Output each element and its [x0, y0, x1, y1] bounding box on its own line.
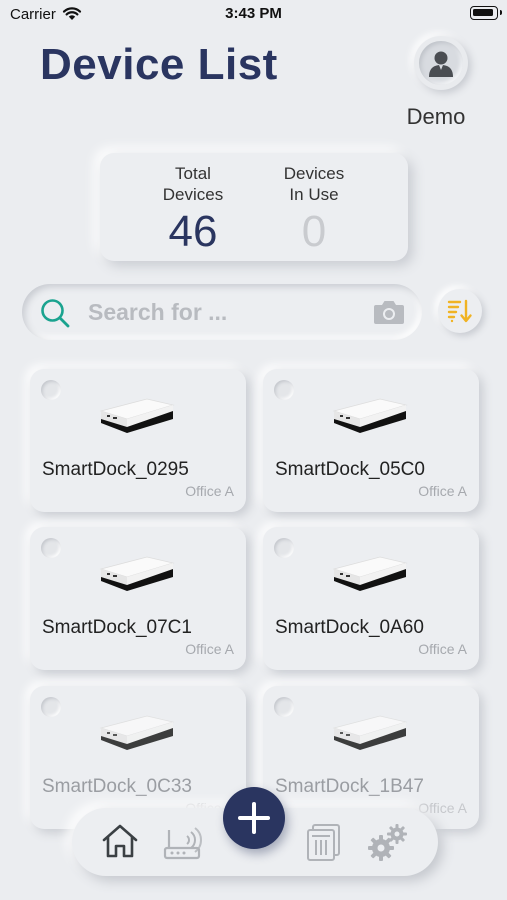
search-icon: [41, 299, 70, 328]
smartdock-device-image: [99, 556, 175, 591]
device-card[interactable]: SmartDock_0A60 Office A: [263, 527, 479, 670]
status-bar: Carrier 3:43 PM: [0, 0, 507, 28]
devices-in-use-stat: Devices In Use 0: [259, 163, 369, 257]
device-name: SmartDock_0295: [42, 459, 189, 480]
total-devices-stat: Total Devices 46: [138, 163, 248, 257]
smartdock-device-image: [99, 715, 175, 750]
device-select-checkbox[interactable]: [274, 538, 294, 558]
page-title: Device List: [40, 40, 278, 89]
device-location: Office A: [418, 800, 467, 816]
smartdock-device-image: [332, 398, 408, 433]
home-icon[interactable]: [100, 822, 140, 860]
search-input[interactable]: [88, 297, 358, 327]
total-devices-label-line1: Total: [175, 164, 211, 183]
total-devices-value: 46: [168, 207, 218, 256]
router-icon[interactable]: [162, 822, 202, 862]
device-card[interactable]: SmartDock_07C1 Office A: [30, 527, 246, 670]
trash-icon[interactable]: [302, 822, 342, 862]
add-device-button[interactable]: [223, 787, 285, 849]
devices-in-use-value: 0: [301, 207, 327, 256]
device-location: Office A: [185, 483, 234, 499]
avatar-button[interactable]: [414, 36, 468, 90]
total-devices-label-line2: Devices: [162, 185, 224, 204]
device-name: SmartDock_07C1: [42, 617, 192, 638]
device-name: SmartDock_0A60: [275, 617, 424, 638]
device-select-checkbox[interactable]: [274, 697, 294, 717]
device-location: Office A: [418, 483, 467, 499]
smartdock-device-image: [332, 556, 408, 591]
devices-in-use-label-line1: Devices: [283, 164, 345, 183]
device-select-checkbox[interactable]: [41, 697, 61, 717]
status-time: 3:43 PM: [225, 5, 282, 22]
device-location: Office A: [185, 641, 234, 657]
device-card[interactable]: SmartDock_05C0 Office A: [263, 369, 479, 512]
device-location: Office A: [418, 641, 467, 657]
device-select-checkbox[interactable]: [274, 380, 294, 400]
smartdock-device-image: [99, 398, 175, 433]
camera-icon[interactable]: [373, 299, 405, 325]
device-select-checkbox[interactable]: [41, 380, 61, 400]
stats-card: Total Devices 46 Devices In Use 0: [100, 153, 408, 261]
devices-in-use-label-line2: In Use: [289, 185, 339, 204]
user-name: Demo: [406, 104, 466, 129]
device-card[interactable]: SmartDock_0295 Office A: [30, 369, 246, 512]
settings-icon[interactable]: [366, 822, 410, 862]
device-name: SmartDock_05C0: [275, 459, 425, 480]
user-icon: [429, 51, 453, 77]
avatar: [419, 41, 463, 85]
sort-button[interactable]: [438, 289, 482, 333]
device-select-checkbox[interactable]: [41, 538, 61, 558]
device-name: SmartDock_0C33: [42, 776, 192, 797]
search-bar[interactable]: [22, 284, 422, 340]
device-name: SmartDock_1B47: [275, 776, 424, 797]
smartdock-device-image: [332, 715, 408, 750]
battery-icon: [470, 6, 502, 20]
add-icon: [238, 802, 270, 834]
sort-icon: [447, 299, 472, 323]
